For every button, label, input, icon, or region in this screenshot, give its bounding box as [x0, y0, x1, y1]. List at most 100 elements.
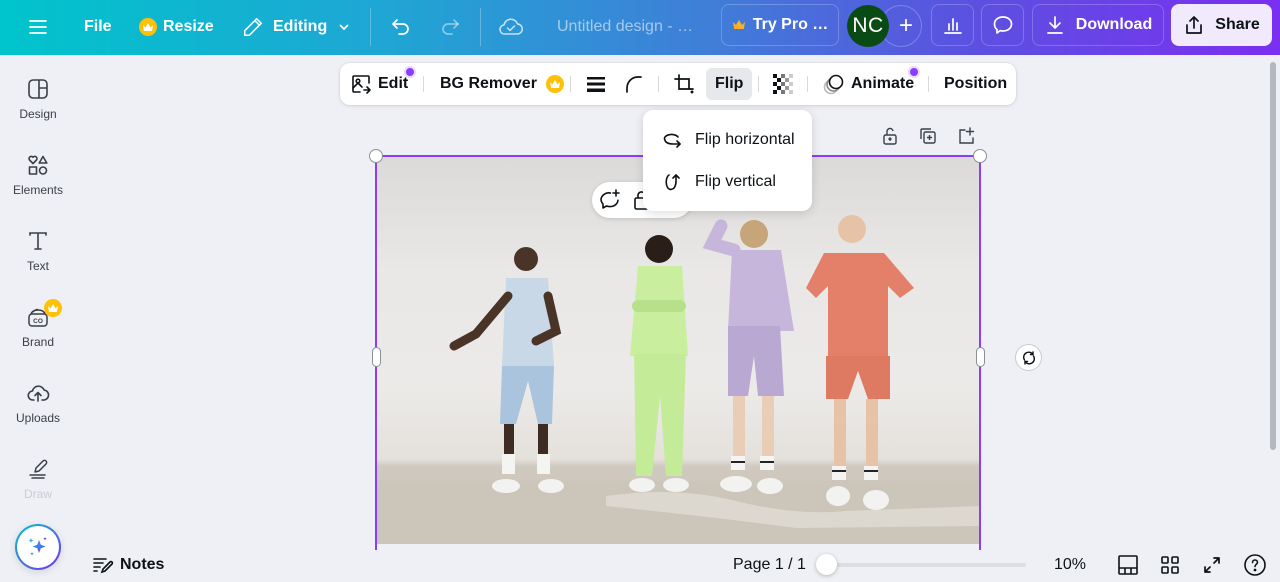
svg-text:CO: CO — [33, 318, 43, 325]
undo-icon — [392, 19, 409, 35]
resize-handle-left[interactable] — [372, 347, 381, 367]
transparency-button[interactable] — [772, 68, 794, 100]
corner-rounding-button[interactable] — [623, 68, 645, 100]
comment-icon — [993, 16, 1012, 34]
download-button[interactable]: Download — [1032, 4, 1164, 46]
main-menu-button[interactable] — [26, 6, 50, 48]
add-comment-button[interactable] — [598, 188, 622, 217]
new-feature-dot — [404, 66, 416, 78]
zoom-slider-track[interactable] — [826, 563, 1026, 567]
rotate-button[interactable] — [1015, 344, 1042, 371]
fullscreen-button[interactable] — [1202, 553, 1222, 577]
animate-button[interactable]: Animate — [822, 68, 914, 100]
redo-icon — [442, 19, 459, 35]
crown-icon — [139, 18, 157, 36]
resize-handle-top-right[interactable] — [973, 149, 987, 163]
avatar[interactable]: NC — [847, 5, 889, 47]
cloud-check-icon — [499, 18, 523, 35]
duplicate-icon — [920, 128, 936, 144]
resize-button[interactable]: Resize — [139, 6, 214, 48]
position-button[interactable]: Position — [944, 68, 1007, 100]
hamburger-icon — [29, 20, 47, 34]
zoom-slider-thumb[interactable] — [816, 554, 837, 575]
duplicate-element-button[interactable] — [916, 124, 940, 148]
grid-icon — [1161, 556, 1179, 574]
sidebar-item-brand[interactable]: CO Brand — [0, 299, 76, 375]
divider — [807, 76, 808, 92]
help-button[interactable] — [1243, 553, 1267, 577]
help-icon — [1244, 554, 1266, 576]
edit-image-icon — [352, 75, 371, 94]
divider — [658, 76, 659, 92]
add-page-element-button[interactable] — [954, 124, 978, 148]
resize-handle-top-left[interactable] — [369, 149, 383, 163]
thumbnails-icon — [1118, 555, 1138, 575]
share-upload-icon — [1186, 16, 1203, 34]
person-lavender — [702, 219, 794, 494]
file-menu-button[interactable]: File — [84, 6, 112, 48]
add-element-icon — [959, 127, 975, 144]
person-light-blue — [449, 247, 564, 493]
transparency-icon — [773, 74, 793, 94]
crown-icon — [545, 75, 564, 93]
sidebar-item-uploads[interactable]: Uploads — [0, 381, 76, 451]
sidebar-item-text[interactable]: Text — [0, 229, 76, 299]
divider — [480, 8, 481, 46]
notes-button[interactable]: Notes — [92, 553, 164, 577]
page-indicator[interactable]: Page 1 / 1 — [733, 553, 806, 577]
bottom-bar — [76, 545, 1280, 582]
person-mint-green — [629, 235, 689, 492]
pencil-icon — [243, 17, 263, 37]
notes-icon — [93, 558, 114, 574]
zoom-percentage-button[interactable]: 10% — [1054, 553, 1086, 577]
sidebar-item-design[interactable]: Design — [0, 77, 76, 147]
flip-vertical-option[interactable]: Flip vertical — [643, 162, 812, 202]
save-status-button[interactable] — [498, 6, 524, 48]
elements-icon — [28, 155, 48, 175]
vertical-scrollbar[interactable] — [1270, 62, 1276, 450]
flip-button[interactable]: Flip — [706, 68, 753, 100]
cloud-upload-icon — [27, 385, 50, 402]
divider — [570, 76, 571, 92]
divider — [423, 76, 424, 92]
unlock-icon — [883, 127, 897, 145]
share-button[interactable]: Share — [1171, 4, 1272, 46]
comments-button[interactable] — [981, 4, 1024, 46]
undo-button[interactable] — [389, 6, 413, 48]
sparkles-icon — [28, 537, 47, 556]
context-toolbar: Edit BG Remover Flip Animate Position — [340, 63, 1016, 105]
animate-icon — [823, 74, 844, 95]
flip-horizontal-icon — [663, 133, 681, 148]
design-icon — [28, 79, 48, 99]
bar-chart-icon — [943, 18, 962, 34]
bg-remover-button[interactable]: BG Remover — [440, 68, 564, 100]
expand-icon — [1204, 557, 1220, 573]
crop-icon — [674, 74, 694, 94]
try-pro-button[interactable]: Try Pro … — [721, 4, 839, 46]
flip-horizontal-option[interactable]: Flip horizontal — [643, 120, 812, 160]
sidebar-item-elements[interactable]: Elements — [0, 153, 76, 223]
resize-handle-right[interactable] — [976, 347, 985, 367]
top-bar: File Resize Editing Untitled design - … … — [0, 0, 1280, 55]
border-style-button[interactable] — [585, 68, 607, 100]
draw-icon — [29, 459, 48, 479]
redo-button[interactable] — [438, 6, 462, 48]
flip-vertical-icon — [665, 174, 680, 191]
sidebar-item-draw[interactable]: Draw — [0, 457, 76, 527]
person-coral — [806, 215, 914, 510]
lock-element-button[interactable] — [878, 124, 902, 148]
grid-view-button[interactable] — [1160, 553, 1180, 577]
divider — [370, 8, 371, 46]
magic-assistant-button[interactable] — [15, 524, 61, 570]
crown-icon — [732, 20, 745, 29]
divider — [928, 76, 929, 92]
divider — [758, 76, 759, 92]
page-thumbnails-button[interactable] — [1117, 553, 1139, 577]
design-title[interactable]: Untitled design - … — [557, 6, 693, 48]
edit-image-button[interactable]: Edit — [350, 68, 408, 100]
crop-button[interactable] — [673, 68, 695, 100]
plus-icon: + — [898, 12, 913, 39]
editing-mode-dropdown[interactable]: Editing — [242, 6, 351, 48]
flip-dropdown-menu: Flip horizontal Flip vertical — [643, 110, 812, 211]
insights-button[interactable] — [931, 4, 974, 46]
